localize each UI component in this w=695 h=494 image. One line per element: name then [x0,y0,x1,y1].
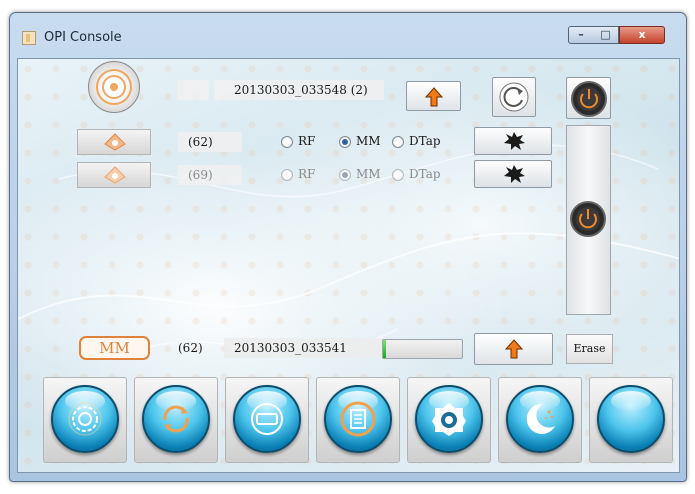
sleep-button[interactable] [498,377,582,463]
channel-2-toggle-button[interactable] [77,162,151,188]
settings-button[interactable] [43,377,127,463]
display-icon [251,403,283,435]
channel-1-count-field: (62) [178,132,242,152]
diamond-arrow-icon [104,133,126,151]
moon-sleep-icon [526,403,555,434]
channel-1-label-dtap: DTap [409,134,441,148]
channel-1-radio-dtap[interactable] [392,136,404,148]
channel-2-label-mm: MM [356,167,381,181]
power-button-top[interactable] [566,77,611,119]
session-field-left [177,80,209,100]
diamond-arrow-icon [104,166,126,184]
refresh-icon [499,82,529,112]
camera-aperture-icon [432,403,466,436]
channel-1-radio-mm[interactable] [339,136,351,148]
client-area: 20130303_033548 (2) (62) RF MM DTap (69)… [17,58,680,473]
title-bar[interactable]: OPI Console – □ x [10,13,686,47]
channel-2-radio-rf[interactable] [281,169,293,181]
refresh-button[interactable] [492,77,536,117]
minimize-button[interactable]: – [568,26,594,44]
channel-1-radio-rf[interactable] [281,136,293,148]
channel-1-count: (62) [188,135,213,149]
mode-badge[interactable]: MM [79,336,150,360]
splat-icon [504,165,525,183]
channel-2-radio-dtap[interactable] [392,169,404,181]
blank-button[interactable] [589,377,673,463]
camera-button[interactable] [407,377,491,463]
upload-progress-bar [382,339,463,359]
sync-cycle-icon [163,405,189,433]
blank-orb-icon [597,385,665,453]
channel-2-label-rf: RF [298,167,316,181]
channel-1-toggle-button[interactable] [77,129,151,155]
channel-2-label-dtap: DTap [409,167,441,181]
power-icon[interactable] [568,199,608,239]
arrow-up-icon [425,87,443,107]
sync-button[interactable] [134,377,218,463]
upload-button-bottom[interactable] [474,333,553,365]
opi-console-window: OPI Console – □ x 20130303_033548 (2) (6… [9,12,687,482]
settings-gear-icon [68,402,102,436]
disc-icon[interactable] [88,61,140,113]
window-title: OPI Console [44,30,122,45]
session-label: 20130303_033548 (2) [234,83,368,97]
document-icon [340,401,376,437]
channel-2-radio-mm[interactable] [339,169,351,181]
channel-2-count: (69) [188,168,213,182]
status-count: (62) [178,341,203,355]
close-button[interactable]: x [619,26,665,44]
arrow-up-icon [505,339,523,359]
session-field: 20130303_033548 (2) [214,80,384,100]
status-session-field: 20130303_033541 [224,338,382,358]
splat-icon [504,132,525,150]
display-button[interactable] [225,377,309,463]
status-session-label: 20130303_033541 [234,341,347,355]
channel-1-action-button[interactable] [474,127,552,155]
power-icon [571,81,607,117]
channel-1-label-rf: RF [298,134,316,148]
channel-1-label-mm: MM [356,134,381,148]
maximize-button[interactable]: □ [593,26,619,44]
vertical-slider-panel[interactable] [566,125,611,315]
app-icon [22,31,36,45]
upload-button-top[interactable] [406,81,461,111]
erase-button[interactable]: Erase [566,334,613,364]
progress-fill [383,340,387,358]
channel-2-count-field: (69) [178,165,242,185]
document-button[interactable] [316,377,400,463]
channel-2-action-button[interactable] [474,160,552,188]
